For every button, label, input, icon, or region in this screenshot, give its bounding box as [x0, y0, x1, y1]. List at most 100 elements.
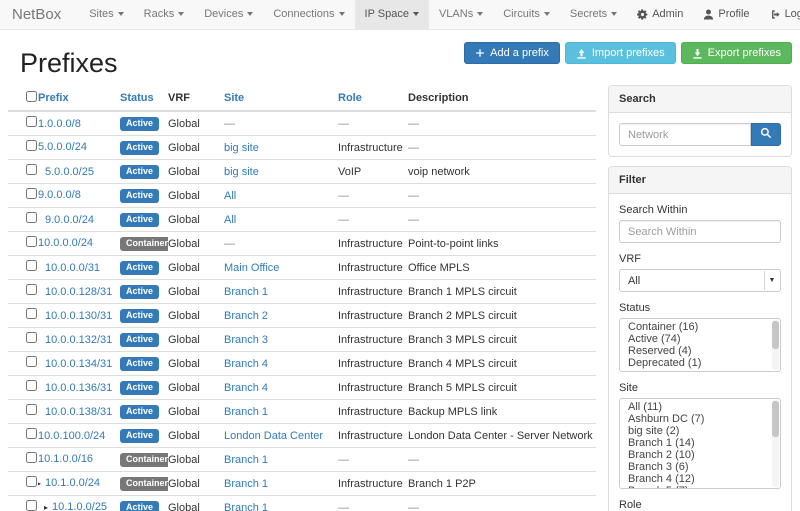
row-checkbox[interactable]: [26, 308, 37, 319]
row-checkbox[interactable]: [26, 164, 37, 175]
add-a-prefix-button[interactable]: Add a prefix: [464, 42, 560, 64]
listbox-option[interactable]: big site (2): [620, 425, 780, 437]
logout-icon: [770, 9, 781, 20]
column-header-role[interactable]: Role: [338, 88, 408, 111]
row-checkbox[interactable]: [26, 380, 37, 391]
listbox-option[interactable]: Branch 2 (10): [620, 449, 780, 461]
row-checkbox[interactable]: [26, 452, 37, 463]
table-row: 10.0.0.132/31ActiveGlobalBranch 3Infrast…: [8, 328, 596, 352]
status-badge: Container: [120, 237, 168, 251]
prefix-link[interactable]: 10.0.0.136/31: [45, 382, 112, 394]
nav-item-secrets[interactable]: Secrets: [560, 0, 627, 29]
search-input[interactable]: [619, 123, 751, 146]
prefix-link[interactable]: 10.0.0.0/31: [45, 262, 100, 274]
button-label: Add a prefix: [490, 47, 549, 59]
scrollbar-thumb[interactable]: [772, 401, 779, 437]
row-checkbox[interactable]: [26, 188, 37, 199]
prefix-link[interactable]: 10.0.0.0/24: [38, 237, 93, 249]
import-prefixes-button[interactable]: Import prefixes: [565, 42, 676, 64]
row-checkbox[interactable]: [26, 404, 37, 415]
vrf-selected-value: All: [628, 275, 640, 287]
prefix-link[interactable]: 10.0.0.134/31: [45, 358, 112, 370]
listbox-option[interactable]: Ashburn DC (7): [620, 413, 780, 425]
vrf-select[interactable]: All ▼: [619, 269, 781, 292]
column-header-vrf: VRF: [168, 88, 224, 111]
prefix-link[interactable]: 9.0.0.0/24: [45, 214, 94, 226]
nav-item-admin[interactable]: Admin: [627, 0, 693, 29]
row-checkbox[interactable]: [26, 476, 37, 487]
table-row: ▸5.0.0.0/24ActiveGlobalbig siteInfrastru…: [8, 136, 596, 160]
prefix-link[interactable]: 10.1.0.0/25: [52, 501, 107, 511]
row-checkbox[interactable]: [26, 356, 37, 367]
site-link[interactable]: Branch 4: [224, 382, 268, 394]
row-checkbox[interactable]: [26, 236, 37, 247]
scrollbar-thumb[interactable]: [772, 321, 779, 349]
select-all-checkbox[interactable]: [26, 91, 37, 102]
site-link[interactable]: Branch 1: [224, 454, 268, 466]
site-link[interactable]: Branch 1: [224, 502, 268, 511]
row-checkbox[interactable]: [26, 212, 37, 223]
site-link[interactable]: London Data Center: [224, 430, 323, 442]
column-header-prefix[interactable]: Prefix: [38, 88, 120, 111]
search-button[interactable]: [751, 123, 781, 146]
row-checkbox[interactable]: [26, 500, 37, 511]
prefix-link[interactable]: 10.1.0.0/16: [38, 453, 93, 465]
site-link[interactable]: Branch 1: [224, 478, 268, 490]
site-link[interactable]: big site: [224, 166, 259, 178]
site-link[interactable]: Main Office: [224, 262, 279, 274]
column-header-status[interactable]: Status: [120, 88, 168, 111]
listbox-option[interactable]: Active (74): [620, 333, 780, 345]
prefix-link[interactable]: 10.0.0.128/31: [45, 286, 112, 298]
listbox-option[interactable]: Branch 4 (12): [620, 473, 780, 485]
nav-item-log-out[interactable]: Log out: [760, 0, 800, 29]
nav-item-devices[interactable]: Devices: [194, 0, 263, 29]
app-brand[interactable]: NetBox: [12, 0, 71, 29]
main-column: Prefixes Prefix Status VRF Site Role Des…: [8, 30, 596, 511]
prefix-link[interactable]: 5.0.0.0/25: [45, 166, 94, 178]
expand-arrow-icon[interactable]: ▸: [38, 477, 45, 491]
site-link[interactable]: Branch 1: [224, 406, 268, 418]
vrf-cell: Global: [168, 430, 200, 442]
listbox-option[interactable]: All (11): [620, 401, 780, 413]
row-checkbox[interactable]: [26, 260, 37, 271]
prefix-link[interactable]: 10.0.100.0/24: [38, 430, 105, 442]
site-link[interactable]: All: [224, 214, 236, 226]
nav-item-circuits[interactable]: Circuits: [493, 0, 560, 29]
listbox-option[interactable]: Branch 3 (6): [620, 461, 780, 473]
nav-item-ip-space[interactable]: IP Space: [355, 0, 429, 29]
listbox-option[interactable]: Branch 5 (7): [620, 485, 780, 489]
row-checkbox[interactable]: [26, 116, 37, 127]
expand-arrow-icon[interactable]: ▸: [44, 501, 52, 511]
row-checkbox[interactable]: [26, 140, 37, 151]
prefix-link[interactable]: 10.0.0.132/31: [45, 334, 112, 346]
prefix-link[interactable]: 1.0.0.0/8: [38, 118, 81, 130]
row-checkbox[interactable]: [26, 428, 37, 439]
listbox-option[interactable]: Reserved (4): [620, 345, 780, 357]
listbox-option[interactable]: Deprecated (1): [620, 357, 780, 369]
nav-item-vlans[interactable]: VLANs: [429, 0, 493, 29]
nav-item-profile[interactable]: Profile: [693, 0, 759, 29]
site-link[interactable]: big site: [224, 142, 259, 154]
prefix-link[interactable]: 10.0.0.138/31: [45, 406, 112, 418]
prefix-link[interactable]: 5.0.0.0/24: [38, 141, 87, 153]
site-link[interactable]: All: [224, 190, 236, 202]
prefix-link[interactable]: 10.1.0.0/24: [45, 477, 100, 489]
site-link[interactable]: Branch 2: [224, 310, 268, 322]
listbox-option[interactable]: Branch 1 (14): [620, 437, 780, 449]
nav-item-racks[interactable]: Racks: [134, 0, 195, 29]
row-checkbox[interactable]: [26, 284, 37, 295]
site-link[interactable]: Branch 1: [224, 286, 268, 298]
column-header-site[interactable]: Site: [224, 88, 338, 111]
site-link[interactable]: Branch 4: [224, 358, 268, 370]
plus-icon: [475, 48, 485, 58]
nav-item-sites[interactable]: Sites: [79, 0, 133, 29]
nav-item-connections[interactable]: Connections: [263, 0, 354, 29]
listbox-option[interactable]: Container (16): [620, 321, 780, 333]
search-within-input[interactable]: [619, 220, 781, 243]
export-prefixes-button[interactable]: Export prefixes: [681, 42, 792, 64]
prefix-link[interactable]: 9.0.0.0/8: [38, 189, 81, 201]
status-listbox: Container (16)Active (74)Reserved (4)Dep…: [619, 318, 781, 372]
site-link[interactable]: Branch 3: [224, 334, 268, 346]
prefix-link[interactable]: 10.0.0.130/31: [45, 310, 112, 322]
row-checkbox[interactable]: [26, 332, 37, 343]
